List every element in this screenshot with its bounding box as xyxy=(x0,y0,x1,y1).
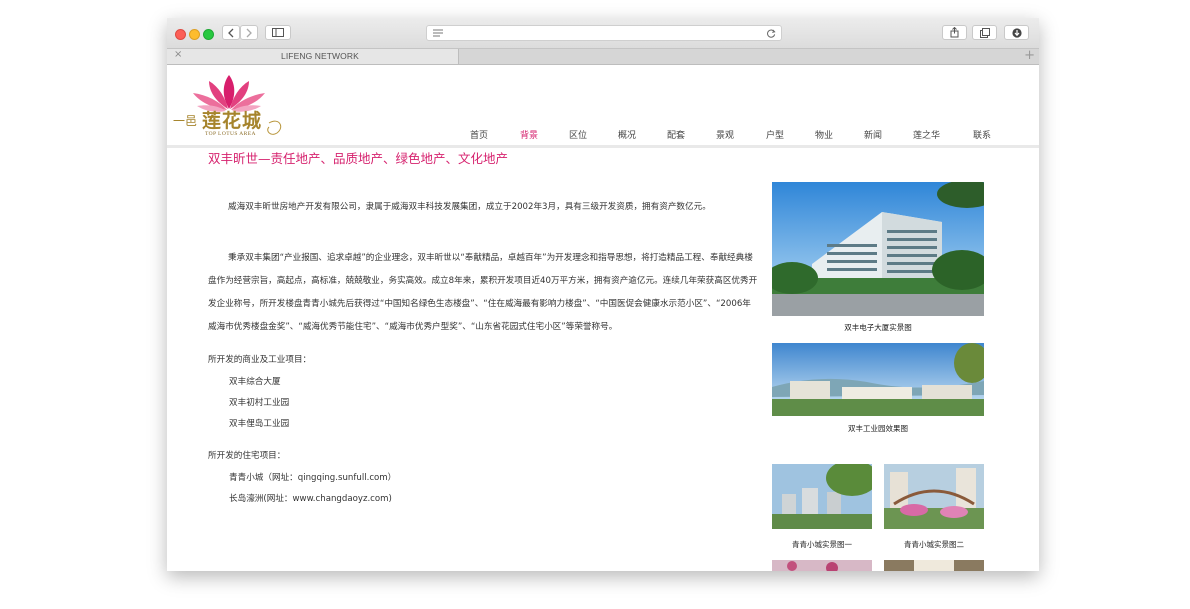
philosophy-paragraph: 秉承双丰集团“产业报国、追求卓越”的企业理念，双丰昕世以“奉献精品，卓越百年”为… xyxy=(208,253,758,332)
forward-button[interactable] xyxy=(240,25,258,40)
nav-item-floorplan[interactable]: 户型 xyxy=(766,128,784,141)
close-window-button[interactable] xyxy=(175,29,186,40)
nav-item-facilities[interactable]: 配套 xyxy=(667,128,685,141)
residential-projects-label: 所开发的住宅项目： xyxy=(208,451,286,461)
chevron-left-icon xyxy=(228,28,234,38)
garden-photo-icon xyxy=(884,464,984,529)
maximize-window-button[interactable] xyxy=(203,29,214,40)
nav-item-lotus[interactable]: 莲之华 xyxy=(913,128,940,141)
reader-icon xyxy=(433,29,443,37)
photo-qingqing-2[interactable] xyxy=(884,464,984,529)
residential-photo-icon xyxy=(772,464,872,529)
site-logo[interactable]: 一邑 莲花城 TOP LOTUS AREA xyxy=(169,71,294,139)
photo-caption: 双丰电子大厦实景图 xyxy=(844,323,912,332)
logo-prefix: 一邑 xyxy=(173,114,198,128)
address-bar[interactable] xyxy=(426,25,782,41)
share-button[interactable] xyxy=(942,25,967,40)
chevron-right-icon xyxy=(246,28,252,38)
nav-item-background[interactable]: 背景 xyxy=(520,128,538,141)
residential-project-item: 长岛濠洲(网址：www.changdaoyz.com) xyxy=(229,494,392,504)
back-button[interactable] xyxy=(222,25,240,40)
close-tab-icon[interactable]: × xyxy=(174,49,182,60)
photo-qingqing-1[interactable] xyxy=(772,464,872,529)
photo-industrial-park[interactable] xyxy=(772,343,984,416)
reload-icon[interactable] xyxy=(767,29,776,38)
industrial-park-photo-icon xyxy=(772,343,984,416)
nav-item-landscape[interactable]: 景观 xyxy=(716,128,734,141)
tab-strip: × LIFENG NETWORK + xyxy=(167,48,1039,65)
photo-caption: 青青小城实景图二 xyxy=(904,540,964,549)
logo-title: 莲花城 xyxy=(202,110,263,132)
commercial-projects-label: 所开发的商业及工业项目： xyxy=(208,355,312,365)
web-page: 一邑 莲花城 TOP LOTUS AREA 首页 背景 区位 概况 配套 景观 … xyxy=(167,65,1039,571)
building-photo-icon xyxy=(772,182,984,316)
commercial-project-item: 双丰俚岛工业园 xyxy=(229,419,290,429)
browser-tab[interactable]: × LIFENG NETWORK xyxy=(167,49,459,64)
logo-subtitle: TOP LOTUS AREA xyxy=(205,131,256,137)
residential-project-item: 青青小城（网址：qingqing.sunfull.com） xyxy=(229,473,397,483)
download-icon xyxy=(1011,28,1022,38)
photo-partial-2[interactable] xyxy=(884,558,984,571)
nav-item-overview[interactable]: 概况 xyxy=(618,128,636,141)
tabs-overview-button[interactable] xyxy=(972,25,997,40)
minimize-window-button[interactable] xyxy=(189,29,200,40)
intro-paragraph: 威海双丰昕世房地产开发有限公司，隶属于威海双丰科技发展集团，成立于2002年3月… xyxy=(228,202,711,212)
tab-title: LIFENG NETWORK xyxy=(281,51,359,61)
blossom-photo-icon xyxy=(772,560,872,571)
browser-window: × LIFENG NETWORK + 一邑 莲花城 TOP LOTUS AREA… xyxy=(167,18,1039,571)
downloads-button[interactable] xyxy=(1004,25,1029,40)
photo-caption: 青青小城实景图一 xyxy=(792,540,852,549)
photo-partial-1[interactable] xyxy=(772,558,872,571)
site-header: 一邑 莲花城 TOP LOTUS AREA 首页 背景 区位 概况 配套 景观 … xyxy=(167,65,1039,145)
commercial-project-item: 双丰初村工业园 xyxy=(229,398,290,408)
photo-electronics-building[interactable] xyxy=(772,182,984,316)
nav-item-home[interactable]: 首页 xyxy=(470,128,488,141)
nav-item-property[interactable]: 物业 xyxy=(815,128,833,141)
photo-caption: 双丰工业园效果图 xyxy=(848,424,908,433)
nav-item-location[interactable]: 区位 xyxy=(569,128,587,141)
new-tab-button[interactable]: + xyxy=(1024,48,1035,63)
commercial-project-item: 双丰综合大厦 xyxy=(229,377,281,387)
page-headline: 双丰昕世—责任地产、品质地产、绿色地产、文化地产 xyxy=(208,151,509,166)
sidebar-icon xyxy=(272,28,284,37)
nav-item-news[interactable]: 新闻 xyxy=(864,128,882,141)
scenery-photo-icon xyxy=(884,560,984,571)
nav-item-contact[interactable]: 联系 xyxy=(973,128,991,141)
share-icon xyxy=(950,26,959,38)
browser-toolbar xyxy=(167,18,1039,49)
tabs-icon xyxy=(979,28,990,38)
sidebar-button[interactable] xyxy=(265,25,291,40)
